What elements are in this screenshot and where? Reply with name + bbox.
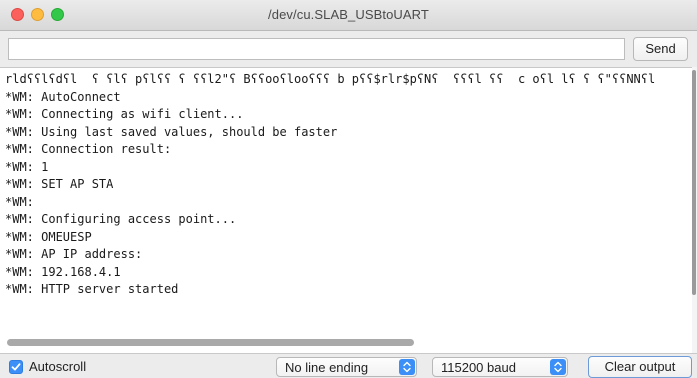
clear-output-button[interactable]: Clear output: [588, 356, 692, 378]
output-line: *WM: Configuring access point...: [5, 212, 237, 226]
output-line: *WM: Using last saved values, should be …: [5, 124, 338, 139]
output-line: *WM: SET AP STA: [5, 177, 114, 191]
autoscroll-label[interactable]: Autoscroll: [29, 359, 86, 374]
autoscroll-checkbox[interactable]: [9, 360, 23, 374]
line-ending-select[interactable]: No line ending: [276, 357, 417, 377]
baud-rate-select[interactable]: 115200 baud: [432, 357, 568, 377]
line-ending-value: No line ending: [285, 360, 369, 375]
output-line: *WM: HTTP server started: [5, 282, 179, 296]
output-line: *WM: OMEUESP: [5, 229, 92, 244]
serial-monitor-window: /dev/cu.SLAB_USBtoUART Send rldʕʕlʕdʕl ʕ…: [0, 0, 697, 378]
send-input[interactable]: [8, 38, 625, 60]
updown-chevron-icon: [399, 359, 415, 375]
output-line: *WM: Connection result:: [5, 142, 172, 156]
output-line: *WM:: [5, 194, 34, 209]
checkmark-icon: [11, 363, 21, 371]
send-button[interactable]: Send: [633, 37, 688, 61]
serial-output[interactable]: rldʕʕlʕdʕl ʕ ʕlʕ pʕlʕʕ ʕ ʕʕl2"ʕ Bʕʕooʕlo…: [0, 67, 692, 353]
horizontal-scrollbar[interactable]: [7, 339, 414, 346]
output-lines: rldʕʕlʕdʕl ʕ ʕlʕ pʕlʕʕ ʕ ʕʕl2"ʕ Bʕʕooʕlo…: [5, 71, 655, 299]
bottom-bar: Autoscroll No line ending 115200 baud Cl…: [0, 353, 697, 378]
output-line: rldʕʕlʕdʕl ʕ ʕlʕ pʕlʕʕ ʕ ʕʕl2"ʕ Bʕʕooʕlo…: [5, 72, 656, 86]
output-line: *WM: AutoConnect: [5, 89, 121, 104]
output-line: *WM: Connecting as wifi client...: [5, 107, 244, 121]
window-title: /dev/cu.SLAB_USBtoUART: [268, 7, 429, 22]
baud-rate-value: 115200 baud: [441, 360, 516, 375]
output-line: *WM: AP IP address:: [5, 247, 143, 261]
vertical-scrollbar-track[interactable]: [692, 67, 697, 353]
vertical-scrollbar[interactable]: [692, 70, 696, 295]
title-bar: /dev/cu.SLAB_USBtoUART: [0, 0, 697, 31]
output-line: *WM: 192.168.4.1: [5, 264, 121, 279]
updown-chevron-icon: [550, 359, 566, 375]
output-line: *WM: 1: [5, 159, 49, 174]
